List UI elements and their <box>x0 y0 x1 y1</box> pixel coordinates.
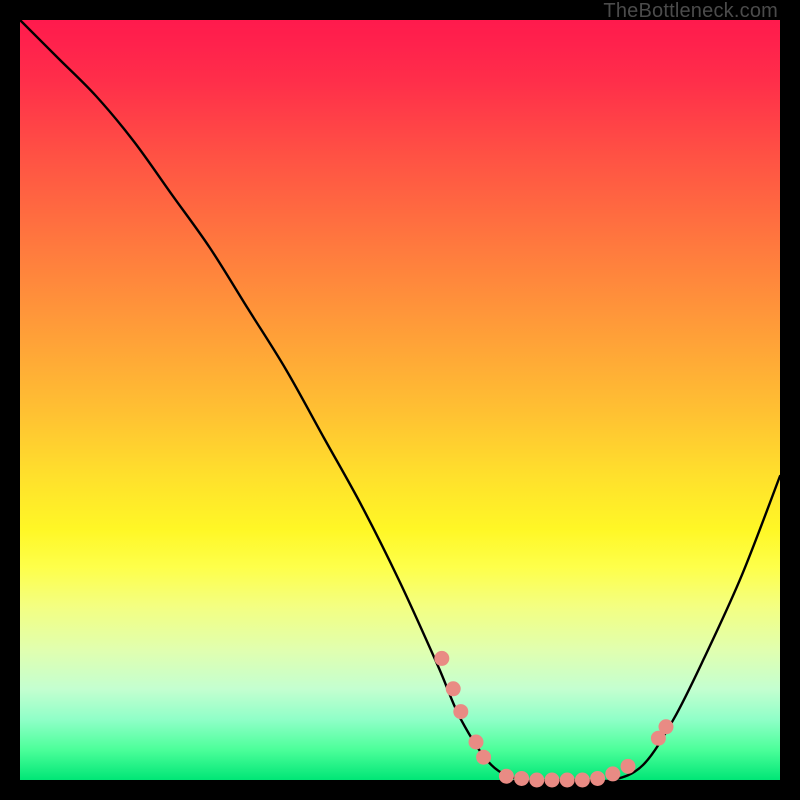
chart-marker <box>575 773 590 788</box>
chart-marker <box>469 735 484 750</box>
chart-marker <box>453 704 468 719</box>
bottleneck-curve <box>20 20 780 781</box>
chart-marker <box>476 750 491 765</box>
chart-marker <box>560 773 575 788</box>
chart-marker <box>514 771 529 786</box>
chart-marker <box>605 766 620 781</box>
chart-marker <box>590 771 605 786</box>
chart-marker <box>621 759 636 774</box>
chart-marker <box>499 769 514 784</box>
chart-marker <box>529 773 544 788</box>
chart-marker <box>434 651 449 666</box>
chart-marker <box>659 719 674 734</box>
chart-marker <box>545 773 560 788</box>
chart-marker <box>446 681 461 696</box>
chart-svg <box>20 20 780 780</box>
chart-markers <box>434 651 673 788</box>
chart-plot-area <box>20 20 780 780</box>
